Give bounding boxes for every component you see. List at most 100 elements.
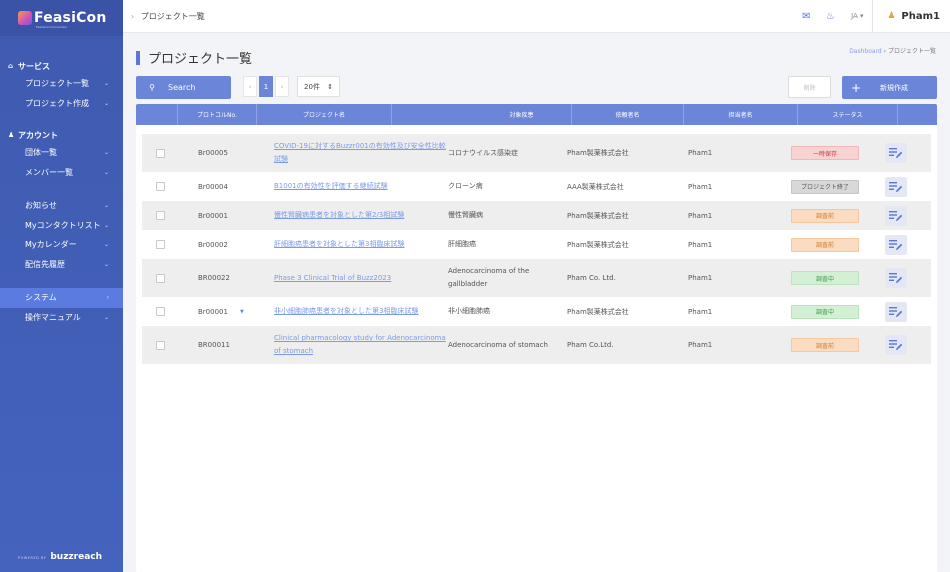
logo[interactable]: FeasiCon FeasiCon·Connected — [0, 0, 123, 36]
prev-page-button[interactable]: ‹ — [243, 76, 257, 97]
breadcrumb-dashboard-link[interactable]: Dashboard — [849, 48, 882, 55]
edit-list-icon — [889, 340, 903, 350]
sidebar-item-delivery-history[interactable]: 配信先履歴 ⌄ — [0, 255, 123, 275]
language-select[interactable]: JA ▾ — [842, 12, 872, 20]
sidebar-item-manual[interactable]: 操作マニュアル ⌄ — [0, 308, 123, 328]
project-name-link[interactable]: 肝細胞癌患者を対象とした第3相臨床試験 — [274, 238, 448, 251]
user-icon: ♟ — [8, 131, 15, 139]
pagination: ‹ 1 › 20件 ⇕ — [243, 76, 340, 97]
edit-list-icon — [889, 210, 903, 221]
sidebar-item-contact-list[interactable]: Myコンタクトリスト ⌄ — [0, 216, 123, 236]
project-name-link[interactable]: B1001の有効性を評価する継続試験 — [274, 180, 448, 193]
table-row: Br00005 COVID-19に対するBuzzr001の有効性及び安全性比較試験… — [142, 134, 931, 172]
header-project-name[interactable]: プロジェクト名 — [257, 104, 392, 125]
row-select-cell — [142, 340, 178, 350]
row-checkbox[interactable] — [155, 182, 165, 191]
user-menu[interactable]: ♟ Pham1 — [872, 0, 950, 32]
page-number-button[interactable]: 1 — [259, 76, 273, 97]
edit-button[interactable] — [885, 176, 907, 197]
status-badge: 調査前 — [791, 338, 859, 352]
header-status[interactable]: ステータス — [798, 104, 898, 125]
status-badge: 調査前 — [791, 237, 859, 252]
protocol-no: BR00011 — [198, 341, 230, 349]
user-name: Pham1 — [901, 10, 940, 22]
caret-down-icon[interactable]: ▼ — [240, 309, 244, 315]
sidebar-section-account: ♟ アカウント — [0, 127, 123, 143]
row-checkbox[interactable] — [155, 307, 165, 316]
row-checkbox[interactable] — [155, 340, 165, 350]
row-checkbox[interactable] — [155, 273, 165, 283]
sidebar-item-project-list[interactable]: プロジェクト一覧 ⌄ — [0, 74, 123, 94]
edit-button[interactable] — [885, 234, 907, 255]
chevron-down-icon: ⌄ — [103, 260, 109, 268]
edit-button[interactable] — [885, 205, 907, 226]
project-name-link[interactable]: 非小細胞肺癌患者を対象とした第3相臨床試験 — [274, 305, 448, 318]
row-select-cell — [142, 182, 178, 191]
per-page-value: 20件 — [304, 82, 320, 91]
logo-text: FeasiCon — [34, 10, 107, 26]
edit-button[interactable] — [885, 268, 907, 288]
sidebar-item-label: システム — [25, 293, 57, 303]
row-checkbox[interactable] — [155, 211, 165, 220]
header-disease[interactable]: 対象疾患 — [472, 104, 572, 125]
breadcrumb: › プロジェクト一覧 — [123, 11, 205, 22]
client-cell: Pham Co.Ltd. — [567, 341, 614, 349]
new-button-label: 新規作成 — [880, 83, 908, 92]
header-protocol-no[interactable]: プロトコルNo. — [178, 104, 257, 125]
protocol-no-cell: BR00011 — [178, 341, 274, 349]
row-select-cell — [142, 240, 178, 249]
sidebar-item-members[interactable]: メンバー一覧 ⌄ — [0, 163, 123, 183]
action-cell — [881, 176, 911, 197]
sidebar-item-calendar[interactable]: Myカレンダー ⌄ — [0, 235, 123, 255]
section-label: アカウント — [18, 130, 58, 140]
next-page-button[interactable]: › — [275, 76, 289, 97]
edit-button[interactable] — [885, 335, 907, 355]
sidebar-item-notices[interactable]: お知らせ ⌄ — [0, 196, 123, 216]
sidebar-item-system[interactable]: システム › — [0, 288, 123, 308]
page-breadcrumb: Dashboard › プロジェクト一覧 — [849, 46, 936, 55]
project-name-link[interactable]: Clinical pharmacology study for Adenocar… — [274, 332, 448, 358]
project-name-link[interactable]: 慢性腎臓病患者を対象とした第2/3相試験 — [274, 209, 448, 222]
edit-button[interactable] — [885, 301, 907, 322]
protocol-no-cell: Br00005 — [178, 149, 274, 157]
language-label: JA — [851, 12, 858, 20]
row-checkbox[interactable] — [155, 240, 165, 249]
header-actions — [898, 104, 937, 125]
chevron-down-icon: ⌄ — [103, 202, 109, 210]
action-cell — [881, 301, 911, 322]
status-badge: 調査前 — [791, 208, 859, 223]
project-name-link[interactable]: Phase 3 Clinical Trial of Buzz2023 — [274, 272, 448, 285]
new-project-button[interactable]: + 新規作成 — [842, 76, 937, 99]
header-owner[interactable]: 担当者名 — [684, 104, 798, 125]
sidebar-item-organizations[interactable]: 団体一覧 ⌄ — [0, 143, 123, 163]
title-accent-bar — [136, 50, 140, 65]
search-button[interactable]: ⚲ Search — [136, 76, 231, 99]
action-cell — [881, 143, 911, 163]
status-cell: 調査前 — [791, 338, 881, 352]
client-cell: Pham製薬株式会社 — [567, 211, 629, 220]
protocol-no: Br00001 — [198, 307, 228, 316]
chevron-down-icon: ⌄ — [103, 221, 109, 229]
header-client[interactable]: 依頼者名 — [572, 104, 684, 125]
status-badge: 調査中 — [791, 304, 859, 319]
protocol-no-cell: BR00022 — [178, 274, 274, 282]
protocol-no: Br00001 — [198, 211, 228, 220]
page-title: プロジェクト一覧 — [136, 48, 252, 67]
status-cell: 調査前 — [791, 237, 881, 252]
per-page-select[interactable]: 20件 ⇕ — [297, 76, 340, 97]
sidebar-item-label: 操作マニュアル — [25, 312, 81, 322]
bell-icon[interactable]: ♨ — [818, 11, 842, 22]
edit-list-icon — [889, 181, 903, 192]
select-arrows-icon: ⇕ — [327, 82, 333, 91]
chevron-right-icon: › — [106, 294, 109, 302]
client-cell: AAA製薬株式会社 — [567, 182, 624, 191]
sidebar-item-project-create[interactable]: プロジェクト作成 ⌄ — [0, 94, 123, 114]
sidebar-nav: ⌂ サービス プロジェクト一覧 ⌄ プロジェクト作成 ⌄ ♟ アカウント 団体一… — [0, 36, 123, 327]
table-row: Br00004 B1001の有効性を評価する継続試験 クローン病 AAA製薬株式会社 P… — [142, 172, 931, 201]
owner-cell: Pham1 — [688, 240, 713, 249]
delete-button[interactable]: 削除 — [788, 76, 831, 98]
project-name-link[interactable]: COVID-19に対するBuzzr001の有効性及び安全性比較試験 — [274, 140, 448, 166]
mail-icon[interactable]: ✉ — [794, 11, 818, 22]
edit-button[interactable] — [885, 143, 907, 163]
row-checkbox[interactable] — [155, 148, 165, 158]
